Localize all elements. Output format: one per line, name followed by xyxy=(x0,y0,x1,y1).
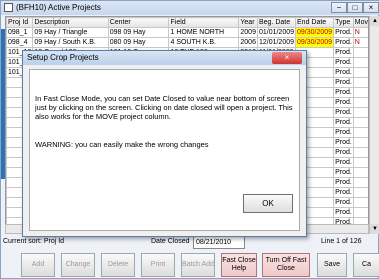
table-cell[interactable]: 09/30/2009 xyxy=(295,27,335,38)
table-cell[interactable]: Prod. xyxy=(333,207,354,218)
table-cell[interactable]: Prod. xyxy=(333,187,354,198)
add-button[interactable]: Add xyxy=(21,253,55,277)
table-cell[interactable] xyxy=(352,177,368,188)
table-cell[interactable]: Prod. xyxy=(333,197,354,208)
close-button[interactable]: × xyxy=(363,2,379,13)
date-closed-label: Date Closed xyxy=(151,238,190,245)
column-header[interactable]: Proj Id xyxy=(6,17,34,28)
current-sort-label: Current sort: Proj Id xyxy=(3,238,65,245)
scroll-down-icon[interactable]: ▼ xyxy=(370,224,379,234)
table-cell[interactable] xyxy=(352,87,368,98)
table-cell[interactable] xyxy=(352,207,368,218)
status-bar: Current sort: Proj Id Date Closed 08/21/… xyxy=(1,235,379,249)
table-cell[interactable]: Prod. xyxy=(333,117,354,128)
table-cell[interactable]: 4 SOUTH K.B. xyxy=(168,37,240,48)
table-row[interactable]: 098_1 09 Hay / Triangle 098 09 Hay 1 HOME N… xyxy=(6,27,368,38)
table-cell[interactable] xyxy=(352,107,368,118)
table-cell[interactable]: Prod. xyxy=(333,47,354,58)
window-icon xyxy=(4,3,13,12)
table-cell[interactable]: 098_4 xyxy=(6,37,34,48)
column-header[interactable]: Center xyxy=(107,17,170,28)
table-cell[interactable]: Prod. xyxy=(333,167,354,178)
table-cell[interactable]: 01/01/2009 xyxy=(256,27,297,38)
scroll-up-icon[interactable]: ▲ xyxy=(370,16,379,26)
column-header[interactable]: Type xyxy=(333,17,354,28)
table-cell[interactable]: Prod. xyxy=(333,147,354,158)
table-cell[interactable] xyxy=(352,117,368,128)
table-cell[interactable]: N xyxy=(352,37,368,48)
line-counter: Line 1 of 126 xyxy=(321,238,362,245)
turn-off-fast-close-button[interactable]: Turn Off Fast Close xyxy=(262,253,310,277)
table-cell[interactable] xyxy=(352,137,368,148)
column-header[interactable]: End Date xyxy=(295,17,335,28)
vertical-scrollbar[interactable]: ▲ ▼ xyxy=(369,16,379,234)
table-cell[interactable]: Prod. xyxy=(333,137,354,148)
table-cell[interactable] xyxy=(352,67,368,78)
table-cell[interactable] xyxy=(352,147,368,158)
table-cell[interactable]: 080 09 Hay xyxy=(107,37,170,48)
table-cell[interactable]: 1 HOME NORTH xyxy=(168,27,240,38)
table-cell[interactable]: Prod. xyxy=(333,177,354,188)
window-title: (BFH10) Active Projects xyxy=(16,3,101,12)
column-header[interactable]: Field xyxy=(168,17,240,28)
table-cell[interactable] xyxy=(352,187,368,198)
table-cell[interactable]: 09 Hay / Triangle xyxy=(32,27,109,38)
batch-add-button[interactable]: Batch Add xyxy=(181,253,215,277)
table-cell[interactable] xyxy=(352,77,368,88)
minimize-button[interactable]: − xyxy=(331,2,347,13)
table-cell[interactable] xyxy=(352,127,368,138)
table-cell[interactable] xyxy=(352,97,368,108)
fast-close-help-button[interactable]: Fast Close Help xyxy=(221,253,257,277)
column-header[interactable]: Year xyxy=(238,17,258,28)
table-cell[interactable]: N xyxy=(352,27,368,38)
date-closed-field[interactable]: 08/21/2010 xyxy=(193,236,245,249)
table-cell[interactable] xyxy=(352,197,368,208)
table-cell[interactable]: Prod. xyxy=(333,127,354,138)
print-button[interactable]: Print xyxy=(141,253,175,277)
table-cell[interactable]: Prod. xyxy=(333,57,354,68)
table-cell[interactable]: Prod. xyxy=(333,37,354,48)
table-cell[interactable]: 09 Hay / South K.B. xyxy=(32,37,109,48)
ok-button[interactable]: OK xyxy=(243,194,293,213)
column-header[interactable]: Beg. Date xyxy=(256,17,297,28)
column-header[interactable]: Move xyxy=(352,17,368,28)
table-cell[interactable]: Prod. xyxy=(333,97,354,108)
dialog-message: In Fast Close Mode, you can set Date Clo… xyxy=(35,94,293,121)
toolbar: Add Change Delete Print Batch Add Fast C… xyxy=(1,251,379,279)
dialog-body: In Fast Close Mode, you can set Date Clo… xyxy=(29,69,300,231)
dialog-close-icon[interactable]: × xyxy=(272,52,302,64)
save-button[interactable]: Save xyxy=(317,253,347,277)
dialog-title: Setup Crop Projects xyxy=(23,51,306,65)
table-cell[interactable]: Prod. xyxy=(333,77,354,88)
table-cell[interactable] xyxy=(352,47,368,58)
table-cell[interactable] xyxy=(352,167,368,178)
delete-button[interactable]: Delete xyxy=(101,253,135,277)
table-cell[interactable] xyxy=(352,157,368,168)
table-cell[interactable]: Prod. xyxy=(333,67,354,78)
table-row[interactable]: 098_4 09 Hay / South K.B. 080 09 Hay 4 SOUT… xyxy=(6,37,368,48)
table-cell[interactable]: Prod. xyxy=(333,87,354,98)
table-cell[interactable]: 09/30/2009 xyxy=(295,37,335,48)
table-cell[interactable]: 098 09 Hay xyxy=(107,27,170,38)
cancel-button[interactable]: Ca xyxy=(353,253,379,277)
column-header[interactable]: Description xyxy=(32,17,109,28)
table-cell[interactable]: 098_1 xyxy=(6,27,34,38)
change-button[interactable]: Change xyxy=(61,253,95,277)
table-cell[interactable]: 2006 xyxy=(238,37,258,48)
table-cell[interactable] xyxy=(352,57,368,68)
table-cell[interactable]: Prod. xyxy=(333,107,354,118)
table-cell[interactable]: 2009 xyxy=(238,27,258,38)
dialog-warning: WARNING: you can easily make the wrong c… xyxy=(35,140,209,149)
table-cell[interactable]: Prod. xyxy=(333,27,354,38)
table-cell[interactable]: 12/01/2009 xyxy=(256,37,297,48)
table-cell[interactable]: Prod. xyxy=(333,157,354,168)
maximize-button[interactable]: □ xyxy=(347,2,363,13)
title-bar: (BFH10) Active Projects − □ × xyxy=(1,1,379,15)
setup-crop-projects-dialog: Setup Crop Projects × In Fast Close Mode… xyxy=(22,50,307,237)
